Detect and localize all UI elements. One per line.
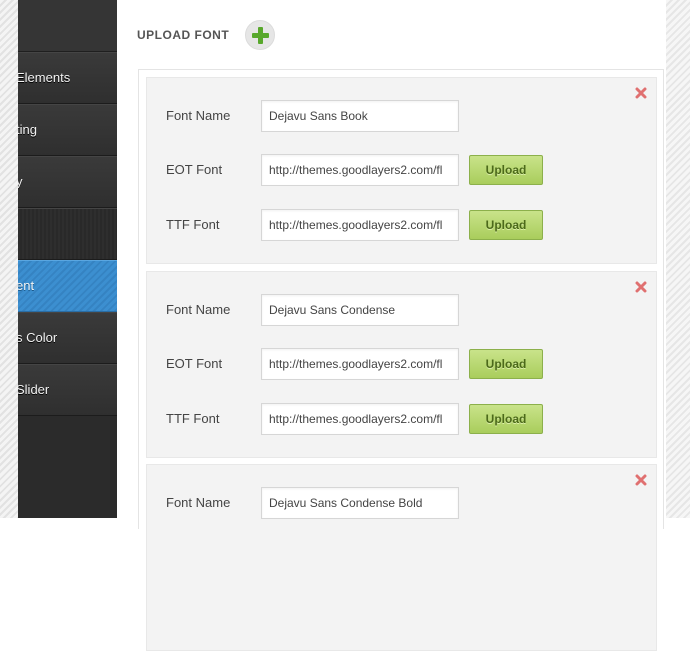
ttf-font-row: TTF Font Upload: [147, 403, 656, 435]
eot-font-row: EOT Font Upload: [147, 154, 656, 186]
eot-upload-button[interactable]: Upload: [469, 349, 543, 379]
sidebar-item-label: y: [18, 157, 23, 207]
sidebar-item-slider[interactable]: Slider: [18, 364, 117, 416]
section-header: UPLOAD FONT: [137, 20, 276, 50]
sidebar-item-label: Elements: [18, 70, 71, 85]
eot-font-input[interactable]: [261, 348, 459, 380]
font-name-row: Font Name: [147, 100, 656, 132]
eot-font-input[interactable]: [261, 154, 459, 186]
ttf-font-input[interactable]: [261, 403, 459, 435]
ttf-font-row: TTF Font Upload: [147, 209, 656, 241]
delete-icon[interactable]: [634, 473, 648, 487]
page-title: UPLOAD FONT: [137, 28, 230, 42]
ttf-font-label: TTF Font: [166, 217, 220, 232]
font-name-input[interactable]: [261, 294, 459, 326]
right-stripe-edge: [666, 0, 690, 518]
sidebar-item-font-active[interactable]: ent: [18, 260, 117, 312]
font-name-row: Font Name: [147, 294, 656, 326]
sidebar-item-setting[interactable]: ting: [18, 104, 117, 156]
font-name-input[interactable]: [261, 487, 459, 519]
font-name-input[interactable]: [261, 100, 459, 132]
delete-icon[interactable]: [634, 280, 648, 294]
font-list-panel: Font Name EOT Font Upload TTF Font Uploa…: [138, 69, 664, 651]
eot-font-row: EOT Font Upload: [147, 348, 656, 380]
sidebar-item-typography[interactable]: y: [18, 156, 117, 208]
font-name-label: Font Name: [166, 302, 231, 317]
sidebar: Elements ting y ent s Color Slider: [18, 0, 117, 518]
main-content: UPLOAD FONT Font Name EOT Font Upload TT…: [117, 0, 666, 651]
delete-icon[interactable]: [634, 86, 648, 100]
ttf-font-input[interactable]: [261, 209, 459, 241]
sidebar-item-label: ting: [18, 122, 37, 137]
font-card: Font Name: [146, 464, 657, 651]
add-font-button[interactable]: [245, 20, 276, 50]
ttf-upload-button[interactable]: Upload: [469, 210, 543, 240]
ttf-font-label: TTF Font: [166, 411, 220, 426]
sidebar-top: [18, 0, 117, 52]
sidebar-item-color[interactable]: s Color: [18, 312, 117, 364]
eot-upload-button[interactable]: Upload: [469, 155, 543, 185]
sidebar-item-label: ent: [18, 278, 35, 293]
sidebar-item-elements[interactable]: Elements: [18, 52, 117, 104]
ttf-upload-button[interactable]: Upload: [469, 404, 543, 434]
sidebar-item-label: s Color: [18, 330, 58, 345]
plus-icon-bar: [252, 33, 270, 38]
sidebar-fill: [18, 416, 117, 518]
eot-font-label: EOT Font: [166, 162, 223, 177]
font-name-label: Font Name: [166, 108, 231, 123]
font-name-label: Font Name: [166, 495, 231, 510]
sidebar-item-blank[interactable]: [18, 208, 117, 260]
sidebar-item-label: Slider: [18, 382, 50, 397]
left-stripe-edge: [0, 0, 18, 518]
font-name-row: Font Name: [147, 487, 656, 519]
eot-font-label: EOT Font: [166, 356, 223, 371]
font-card: Font Name EOT Font Upload TTF Font Uploa…: [146, 271, 657, 458]
font-card: Font Name EOT Font Upload TTF Font Uploa…: [146, 77, 657, 264]
